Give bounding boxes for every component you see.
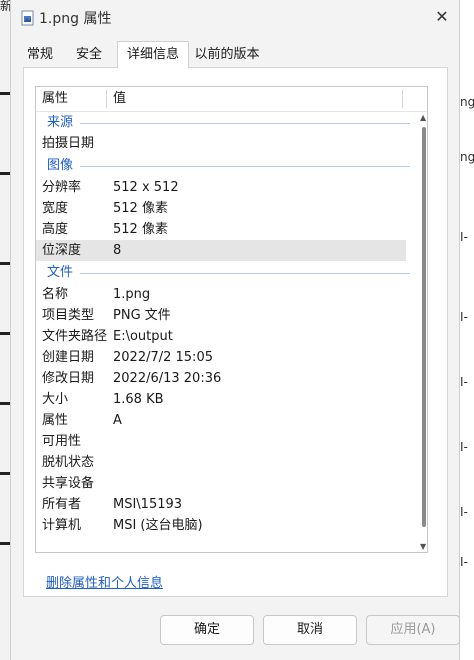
background-text: I-	[460, 440, 468, 454]
group-header-image[interactable]: 图像	[36, 155, 411, 176]
property-row[interactable]: 脱机状态	[36, 452, 406, 473]
property-row[interactable]: 修改日期 2022/6/13 20:36	[36, 368, 406, 389]
property-name: 位深度	[42, 243, 82, 258]
background-stroke	[0, 262, 10, 265]
column-header-property[interactable]: 属性	[42, 87, 68, 111]
property-value: 512 像素	[113, 201, 168, 216]
property-row[interactable]: 高度 512 像素	[36, 219, 406, 240]
background-window-right: ng ng I- I- I- I- I- I-	[458, 0, 474, 660]
property-value: 1.png	[113, 287, 151, 302]
property-row[interactable]: 创建日期 2022/7/2 15:05	[36, 347, 406, 368]
property-value: A	[113, 413, 122, 428]
close-button[interactable]: ✕	[431, 6, 453, 28]
background-text: I-	[460, 230, 468, 244]
property-name: 脱机状态	[42, 455, 95, 470]
column-header-value[interactable]: 值	[113, 87, 126, 111]
property-name: 计算机	[42, 518, 82, 533]
window-title: 1.png 属性	[39, 11, 112, 27]
background-text: I-	[460, 375, 468, 389]
property-name: 宽度	[42, 201, 69, 216]
background-text: ng	[460, 150, 474, 164]
tab-general[interactable]: 常规	[21, 42, 59, 67]
group-header-file[interactable]: 文件	[36, 262, 411, 283]
property-row-selected[interactable]: 位深度 8	[36, 240, 406, 261]
property-name: 项目类型	[42, 308, 95, 323]
vertical-scrollbar[interactable]: ▲ ▼	[420, 111, 427, 551]
background-text: I-	[460, 310, 468, 324]
property-value: PNG 文件	[113, 308, 171, 323]
property-name: 名称	[42, 287, 69, 302]
background-stroke	[0, 542, 10, 545]
column-divider[interactable]	[106, 90, 107, 108]
column-divider[interactable]	[402, 90, 403, 108]
group-label: 来源	[47, 115, 74, 130]
group-label: 文件	[47, 265, 74, 280]
property-row[interactable]: 计算机 MSI (这台电脑)	[36, 515, 406, 536]
property-name: 共享设备	[42, 476, 95, 491]
property-value: E:\output	[113, 329, 173, 344]
details-panel: 属性 值 来源 拍摄日期 图像 分辨率 512 x 512 宽度 512 像素 …	[23, 67, 448, 597]
property-name: 创建日期	[42, 350, 95, 365]
background-stroke	[0, 92, 10, 95]
tab-previous-versions[interactable]: 以前的版本	[191, 42, 263, 67]
background-stroke	[0, 172, 10, 175]
group-divider	[80, 166, 410, 167]
group-header-source[interactable]: 来源	[36, 112, 411, 133]
scroll-thumb[interactable]	[422, 127, 426, 527]
property-row[interactable]: 分辨率 512 x 512	[36, 177, 406, 198]
property-row[interactable]: 拍摄日期	[36, 133, 406, 154]
property-name: 分辨率	[42, 180, 82, 195]
property-name: 属性	[42, 413, 69, 428]
background-stroke	[0, 402, 10, 405]
image-file-icon	[21, 10, 34, 26]
property-name: 可用性	[42, 434, 82, 449]
property-value: MSI\15193	[113, 497, 183, 512]
property-value: MSI (这台电脑)	[113, 518, 203, 533]
title-bar[interactable]: 1.png 属性 ✕	[11, 0, 459, 34]
tab-details[interactable]: 详细信息	[117, 41, 189, 68]
property-name: 大小	[42, 392, 69, 407]
group-divider	[80, 123, 410, 124]
background-stroke	[0, 472, 10, 475]
ok-button[interactable]: 确定	[160, 615, 254, 645]
properties-dialog: 1.png 属性 ✕ 常规 安全 详细信息 以前的版本 属性 值 来源 拍摄日期	[10, 0, 460, 660]
property-row[interactable]: 宽度 512 像素	[36, 198, 406, 219]
remove-properties-link[interactable]: 删除属性和个人信息	[46, 572, 163, 591]
scroll-down-arrow-icon[interactable]: ▼	[420, 542, 426, 551]
property-row[interactable]: 项目类型 PNG 文件	[36, 305, 406, 326]
background-stroke	[0, 332, 10, 335]
tab-strip: 常规 安全 详细信息 以前的版本	[11, 41, 459, 68]
property-value: 8	[113, 243, 122, 258]
group-label: 图像	[47, 158, 74, 173]
background-text: I-	[460, 505, 468, 519]
property-row[interactable]: 共享设备	[36, 473, 406, 494]
property-value: 1.68 KB	[113, 392, 164, 407]
property-row[interactable]: 大小 1.68 KB	[36, 389, 406, 410]
background-text: I-	[460, 555, 468, 569]
dialog-footer: 确定 取消 应用(A)	[11, 600, 460, 660]
background-window-edge: 新	[0, 0, 12, 660]
scroll-up-arrow-icon[interactable]: ▲	[420, 113, 426, 122]
property-value: 2022/6/13 20:36	[113, 371, 222, 386]
apply-button[interactable]: 应用(A)	[366, 615, 460, 645]
property-value: 512 像素	[113, 222, 168, 237]
property-value: 512 x 512	[113, 180, 179, 195]
property-row[interactable]: 名称 1.png	[36, 284, 406, 305]
cancel-button[interactable]: 取消	[263, 615, 357, 645]
property-name: 修改日期	[42, 371, 95, 386]
properties-list[interactable]: 属性 值 来源 拍摄日期 图像 分辨率 512 x 512 宽度 512 像素 …	[35, 86, 428, 553]
property-row[interactable]: 所有者 MSI\15193	[36, 494, 406, 515]
background-text: ng	[460, 95, 474, 109]
property-row[interactable]: 文件夹路径 E:\output	[36, 326, 406, 347]
property-value: 2022/7/2 15:05	[113, 350, 213, 365]
group-divider	[80, 273, 410, 274]
property-name: 所有者	[42, 497, 82, 512]
property-row[interactable]: 可用性	[36, 431, 406, 452]
tab-security[interactable]: 安全	[69, 42, 109, 67]
property-name: 文件夹路径	[42, 329, 108, 344]
property-name: 拍摄日期	[42, 136, 95, 151]
property-name: 高度	[42, 222, 69, 237]
list-header: 属性 值	[36, 87, 427, 112]
property-row[interactable]: 属性 A	[36, 410, 406, 431]
